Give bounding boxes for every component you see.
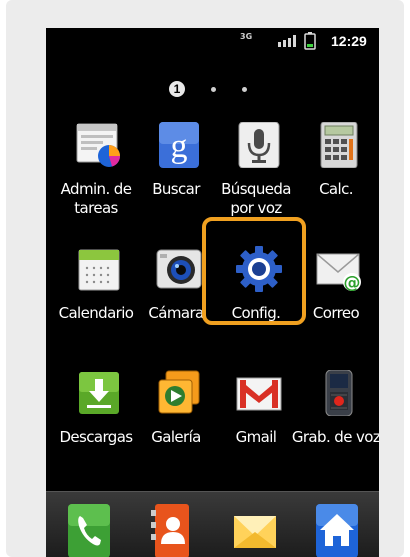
app-label: Buscar xyxy=(152,180,200,198)
dock xyxy=(46,491,379,557)
messaging-icon xyxy=(234,516,276,548)
download-icon xyxy=(79,372,119,414)
dock-home[interactable] xyxy=(316,504,358,557)
screenshot-frame: 3G 12:29 1 Admin. de tareas g Buscar Bús… xyxy=(6,0,404,557)
battery-icon xyxy=(304,32,316,50)
network-type-indicator: 3G xyxy=(240,32,253,41)
calculator-icon xyxy=(320,122,358,168)
app-label: Config. xyxy=(231,304,281,322)
voice-recorder-icon xyxy=(325,370,353,416)
home-icon xyxy=(316,504,358,557)
calendar-icon xyxy=(78,249,120,291)
google-search-icon: g xyxy=(159,122,199,168)
app-label: Cámara xyxy=(148,304,204,322)
dock-contacts[interactable] xyxy=(151,504,193,557)
app-label: Correo xyxy=(312,304,360,322)
svg-text:g: g xyxy=(171,128,188,165)
dock-phone[interactable] xyxy=(68,504,110,557)
page-dot xyxy=(242,86,247,92)
phone-icon xyxy=(68,504,110,557)
email-icon: @ xyxy=(316,253,361,292)
dock-messaging[interactable] xyxy=(234,504,276,557)
gallery-icon xyxy=(158,370,200,414)
app-label: Descargas xyxy=(59,428,133,446)
signal-icon xyxy=(278,35,296,47)
microphone-icon xyxy=(238,122,280,168)
gear-icon xyxy=(236,246,282,292)
contacts-icon xyxy=(151,504,189,557)
page-dot xyxy=(211,86,216,92)
svg-text:@: @ xyxy=(344,273,361,292)
phone-screen: 3G 12:29 1 Admin. de tareas g Buscar Bús… xyxy=(46,28,379,557)
app-label: Calendario xyxy=(58,304,134,322)
home-page-indicator[interactable]: 1 xyxy=(169,80,247,98)
app-label: Búsqueda por voz xyxy=(221,180,291,217)
app-label: Gmail xyxy=(235,428,277,446)
clock: 12:29 xyxy=(331,33,367,49)
current-page-number: 1 xyxy=(169,81,185,97)
camera-icon xyxy=(156,249,202,289)
status-bar: 3G 12:29 xyxy=(46,28,379,54)
task-manager-icon xyxy=(76,123,120,167)
gmail-icon xyxy=(236,377,282,411)
app-label: Grab. de voz xyxy=(291,428,379,446)
app-label: Admin. de tareas xyxy=(60,180,132,217)
app-label: Galería xyxy=(151,428,201,446)
app-label: Calc. xyxy=(319,180,353,198)
